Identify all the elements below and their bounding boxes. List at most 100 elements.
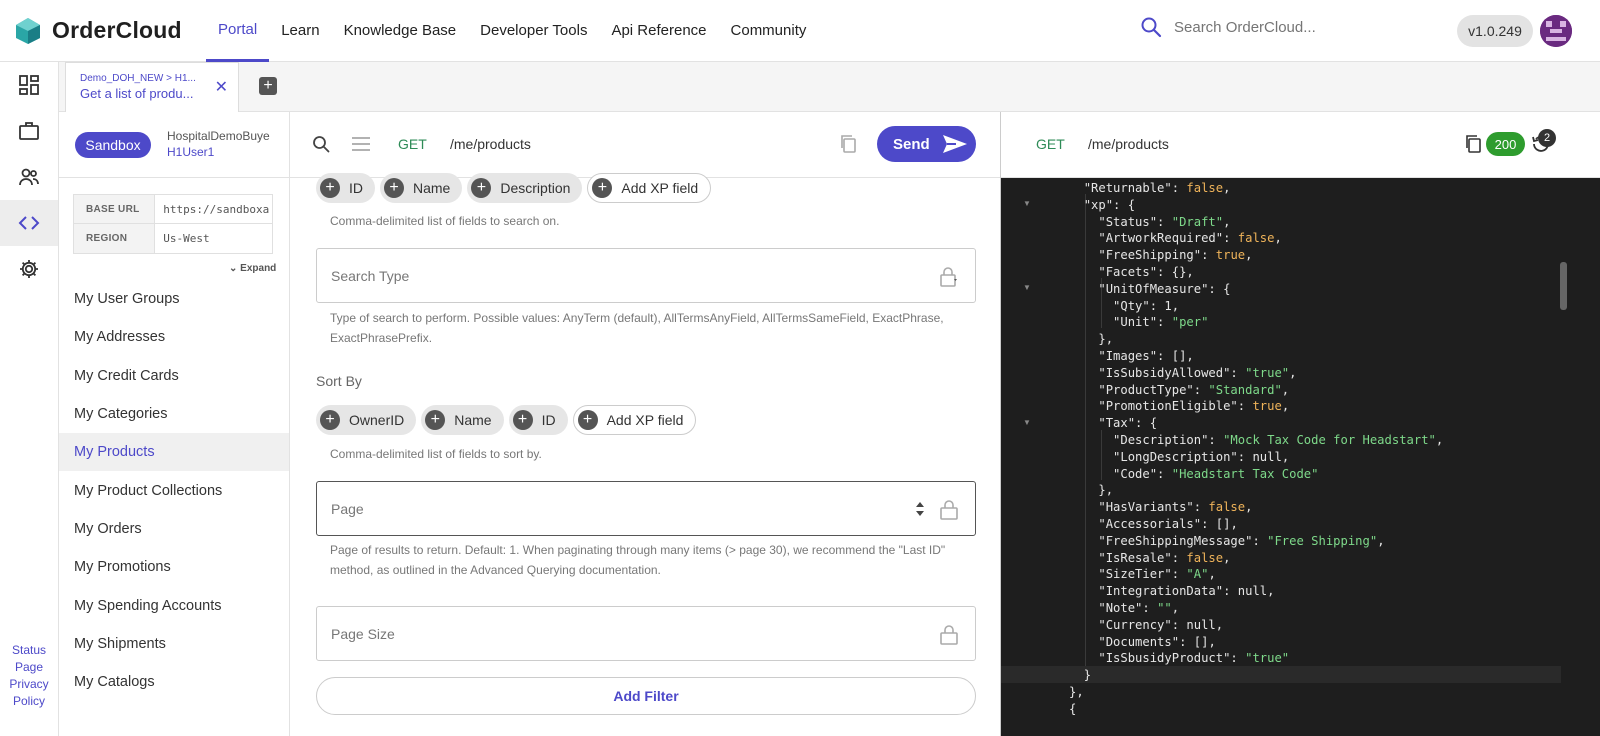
context-user[interactable]: HospitalDemoBuye H1User1 — [167, 128, 282, 160]
sidebar-item-promotions[interactable]: My Promotions — [59, 548, 289, 586]
json-key: "Unit": — [1113, 315, 1172, 330]
sidebar-item-product-collections[interactable]: My Product Collections — [59, 471, 289, 509]
rail-settings[interactable] — [0, 246, 58, 292]
chip-sort-name[interactable]: + Name — [421, 405, 504, 435]
json-key: "ProductType": — [1098, 382, 1209, 397]
search-type-select[interactable]: Search Type — [316, 248, 976, 303]
chip-description[interactable]: + Description — [467, 173, 583, 203]
page-size-placeholder: Page Size — [331, 625, 395, 642]
add-tab-button[interactable]: + — [259, 77, 277, 95]
menu-icon[interactable] — [352, 137, 370, 151]
environment-badge[interactable]: Sandbox — [75, 132, 151, 158]
send-arrow-icon — [942, 135, 967, 153]
request-method[interactable]: GET — [398, 136, 427, 152]
status-page-link[interactable]: Status Page — [0, 642, 58, 676]
chip-name[interactable]: + Name — [380, 173, 463, 203]
chip-ownerid[interactable]: + OwnerID — [316, 405, 417, 435]
nav-community[interactable]: Community — [719, 0, 819, 62]
tab-title: Get a list of produ... — [80, 86, 194, 101]
sidebar-item-orders[interactable]: My Orders — [59, 510, 289, 548]
json-key: "xp": — [1083, 197, 1128, 212]
copy-icon[interactable] — [1464, 134, 1482, 154]
sidebar-item-products[interactable]: My Products — [59, 433, 289, 472]
fold-toggle-icon[interactable]: ▼ — [1023, 283, 1031, 292]
code-line: "FreeShippingMessage": "Free Shipping", — [1098, 533, 1385, 548]
nav-api-reference[interactable]: Api Reference — [599, 0, 718, 62]
json-key: "Description": — [1113, 432, 1224, 447]
page-size-input[interactable]: Page Size — [316, 606, 976, 661]
privacy-policy-link[interactable]: Privacy Policy — [0, 676, 58, 710]
sidebar-item-categories[interactable]: My Categories — [59, 395, 289, 433]
request-path[interactable]: /me/products — [450, 136, 531, 152]
rail-dashboard[interactable] — [0, 62, 58, 108]
rail-briefcase[interactable] — [0, 108, 58, 154]
rail-users[interactable] — [0, 154, 58, 200]
add-icon: + — [320, 178, 340, 198]
response-panel: GET /me/products 200 2 ▼ ▼ ▼ "Returnable… — [1001, 112, 1600, 736]
left-rail: Status Page Privacy Policy — [0, 62, 59, 736]
json-value: false — [1186, 550, 1224, 565]
global-search — [1140, 16, 1424, 38]
lock-icon[interactable] — [939, 266, 959, 288]
code-icon — [18, 216, 40, 230]
json-value: "" — [1157, 600, 1172, 615]
briefcase-icon — [19, 122, 39, 140]
status-code-badge: 200 — [1486, 132, 1525, 156]
nav-portal[interactable]: Portal — [206, 0, 270, 62]
sidebar-item-user-groups[interactable]: My User Groups — [59, 280, 289, 318]
code-line: "Accessorials": [], — [1098, 516, 1238, 531]
page-input[interactable]: Page — [316, 481, 976, 536]
chip-label: Add XP field — [621, 180, 699, 196]
rail-api-console[interactable] — [0, 200, 58, 246]
json-key: "Note": — [1098, 600, 1158, 615]
sidebar-item-spending-accounts[interactable]: My Spending Accounts — [59, 586, 289, 624]
ordercloud-logo[interactable]: OrderCloud — [14, 17, 194, 45]
json-value: null — [1252, 449, 1282, 464]
search-icon[interactable] — [312, 135, 330, 153]
send-label: Send — [893, 135, 930, 153]
json-key: "Returnable": — [1083, 181, 1187, 195]
chip-label: Description — [500, 180, 571, 196]
sidebar-item-catalogs[interactable]: My Catalogs — [59, 663, 289, 701]
chip-sort-id[interactable]: + ID — [508, 405, 568, 435]
status-link-text: Status — [11, 643, 47, 657]
add-xp-sort-button[interactable]: + Add XP field — [572, 405, 697, 435]
sidebar-item-shipments[interactable]: My Shipments — [59, 625, 289, 663]
json-code: "Returnable": false, "xp": { "Status": "… — [1069, 180, 1443, 718]
lock-icon[interactable] — [939, 499, 959, 521]
search-input[interactable] — [1174, 18, 1424, 36]
search-icon[interactable] — [1140, 16, 1162, 38]
code-line: }, — [1069, 482, 1443, 499]
nav-learn[interactable]: Learn — [269, 0, 331, 62]
copy-icon[interactable] — [839, 134, 857, 154]
sidebar-item-credit-cards[interactable]: My Credit Cards — [59, 357, 289, 395]
scrollbar[interactable] — [1560, 262, 1567, 310]
fold-toggle-icon[interactable]: ▼ — [1023, 418, 1031, 427]
tab-breadcrumb: Demo_DOH_NEW > H1... — [80, 73, 196, 84]
code-line: "IntegrationData": null, — [1098, 584, 1275, 599]
code-line: "Description": "Mock Tax Code for Headst… — [1113, 432, 1444, 447]
send-button[interactable]: Send — [877, 126, 976, 162]
request-tab[interactable]: Demo_DOH_NEW > H1... Get a list of produ… — [65, 62, 239, 112]
expand-button[interactable]: ⌄ Expand — [229, 263, 276, 274]
code-line: "PromotionEligible": true, — [1098, 399, 1290, 414]
json-key: "Code": — [1113, 466, 1172, 481]
response-body[interactable]: ▼ ▼ ▼ "Returnable": false, "xp": { "Stat… — [1001, 178, 1600, 736]
spinner-icon[interactable] — [915, 501, 925, 517]
avatar[interactable] — [1540, 15, 1572, 47]
add-filter-button[interactable]: Add Filter — [316, 677, 976, 715]
close-icon[interactable]: ✕ — [215, 77, 228, 97]
add-xp-field-button[interactable]: + Add XP field — [587, 173, 712, 203]
lock-icon[interactable] — [939, 624, 959, 646]
sidebar-item-addresses[interactable]: My Addresses — [59, 318, 289, 356]
page-hint: Page of results to return. Default: 1. W… — [330, 543, 946, 577]
nav-knowledge-base[interactable]: Knowledge Base — [332, 0, 469, 62]
version-badge: v1.0.249 — [1457, 15, 1533, 47]
nav-developer-tools[interactable]: Developer Tools — [468, 0, 599, 62]
fold-toggle-icon[interactable]: ▼ — [1023, 199, 1031, 208]
code-line: "ProductType": "Standard", — [1098, 382, 1290, 397]
buyer-name: HospitalDemoBuye — [167, 129, 270, 143]
json-value: { — [1223, 281, 1231, 296]
request-panel: GET /me/products Send + ID + Name + Descrip… — [290, 112, 1001, 736]
chip-id[interactable]: + ID — [316, 173, 375, 203]
